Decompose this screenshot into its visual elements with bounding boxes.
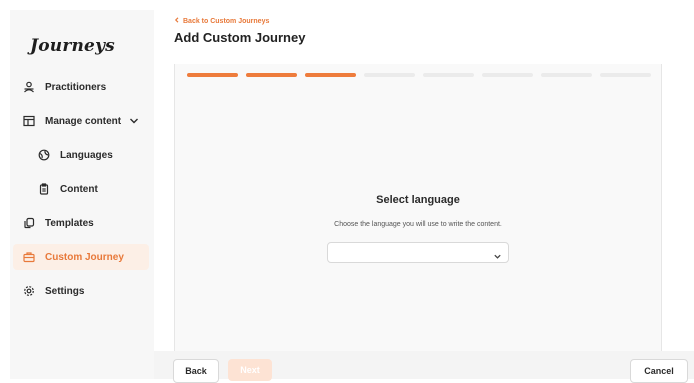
progress-step [600,73,651,77]
sidebar-item-practitioners[interactable]: Practitioners [13,74,149,100]
sidebar: Journeys Practitioners Manage content La… [10,10,154,379]
back-link-label: Back to Custom Journeys [183,17,270,25]
sidebar-item-label: Content [60,183,98,195]
clipboard-icon [38,183,50,195]
users-icon [23,81,35,93]
step-title: Select language [376,194,460,206]
layout-icon [23,115,35,127]
sidebar-item-label: Manage content [45,115,122,127]
sidebar-item-languages[interactable]: Languages [28,142,149,168]
sidebar-item-content[interactable]: Content [28,176,149,202]
language-select[interactable] [327,242,509,263]
copy-icon [23,217,35,229]
back-link[interactable]: Back to Custom Journeys [174,17,269,25]
gear-icon [23,285,35,297]
page-title: Add Custom Journey [174,30,306,45]
sidebar-item-settings[interactable]: Settings [13,278,149,304]
progress-step [482,73,533,77]
sidebar-item-label: Languages [60,149,113,161]
wizard-panel: Select language Choose the language you … [174,64,662,351]
next-button[interactable]: Next [228,359,272,381]
sidebar-item-label: Templates [45,217,94,229]
progress-step [246,73,297,77]
step-subtitle: Choose the language you will use to writ… [334,221,502,228]
cancel-button[interactable]: Cancel [630,359,688,383]
sidebar-item-manage-content[interactable]: Manage content [13,108,149,134]
footer-bar: Back Next Cancel [154,351,694,383]
main-content: Select language Choose the language you … [154,64,690,351]
briefcase-icon [23,251,35,263]
sidebar-item-templates[interactable]: Templates [13,210,149,236]
app-logo: Journeys [30,36,115,56]
progress-step [423,73,474,77]
progress-step [305,73,356,77]
globe-icon [38,149,50,161]
chevron-down-icon[interactable] [129,116,139,126]
progress-step [364,73,415,77]
progress-step [541,73,592,77]
chevron-down-icon [493,248,502,266]
sidebar-item-label: Settings [45,285,85,297]
sidebar-item-label: Practitioners [45,81,107,93]
sidebar-item-custom-journey[interactable]: Custom Journey [13,244,149,270]
progress-bar [187,73,651,77]
sidebar-item-label: Custom Journey [45,251,124,263]
page-header: Back to Custom Journeys Add Custom Journ… [154,10,694,64]
chevron-left-icon [174,17,180,25]
back-button[interactable]: Back [173,359,219,383]
progress-step [187,73,238,77]
